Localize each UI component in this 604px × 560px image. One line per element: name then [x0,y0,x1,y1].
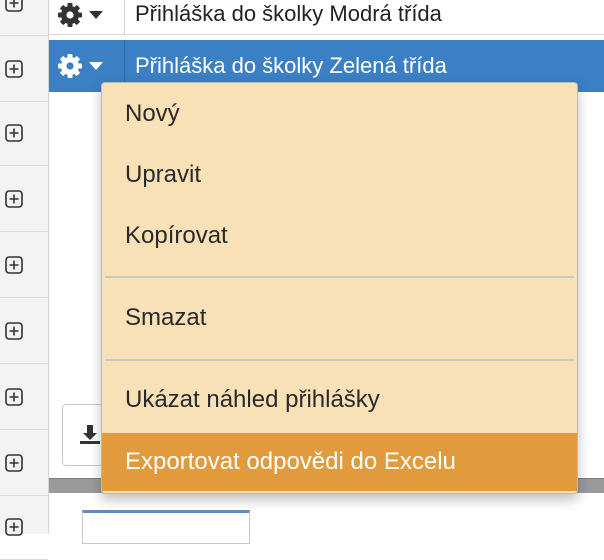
row-actions-menu: Nový Upravit Kopírovat Smazat Ukázat náh… [101,82,578,494]
menu-item-new[interactable]: Nový [102,85,577,143]
row-actions-button[interactable] [49,0,125,34]
panel-tab[interactable] [82,510,250,544]
plus-square-icon [5,0,23,12]
gear-icon [58,3,82,27]
menu-divider [105,359,574,361]
menu-item-export-excel[interactable]: Exportovat odpovědi do Excelu [102,433,577,491]
plus-square-icon [5,189,23,208]
row-expander[interactable] [0,364,48,430]
row-expander[interactable] [0,100,48,166]
gear-icon [58,54,82,78]
menu-item-edit[interactable]: Upravit [102,146,577,204]
row-label: Přihláška do školky Modrá třída [135,1,442,26]
plus-square-icon [5,453,23,472]
plus-square-icon [5,321,23,340]
row-expander[interactable] [0,494,48,560]
menu-item-delete[interactable]: Smazat [102,289,577,347]
row-expander[interactable] [0,298,48,364]
plus-square-icon [5,123,23,142]
menu-item-preview[interactable]: Ukázat náhled přihlášky [102,371,577,429]
row-expander[interactable] [0,166,48,232]
row-expander[interactable] [0,0,48,36]
row-expander[interactable] [0,430,48,496]
table-row[interactable]: Přihláška do školky Modrá třída [49,0,604,35]
plus-square-icon [5,59,23,78]
row-expander[interactable] [0,232,48,298]
plus-square-icon [5,387,23,406]
row-expander-column [0,0,49,560]
caret-down-icon [89,11,103,19]
plus-square-icon [5,517,23,536]
row-expander[interactable] [0,36,48,102]
plus-square-icon [5,255,23,274]
menu-divider [105,276,574,278]
download-icon [80,425,100,444]
menu-item-copy[interactable]: Kopírovat [102,207,577,265]
caret-down-icon [89,62,103,70]
